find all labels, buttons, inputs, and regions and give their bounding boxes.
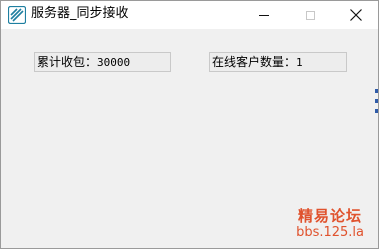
maximize-button[interactable] [287, 1, 333, 29]
packets-label: 累计收包： [37, 55, 98, 69]
clients-label: 在线客户数量： [212, 55, 297, 69]
online-clients-field: 在线客户数量：1 [209, 52, 347, 72]
packets-received-field: 累计收包：30000 [34, 52, 171, 72]
background-window-edge [375, 89, 378, 129]
watermark: 精易论坛 bbs.125.la [296, 207, 364, 240]
packets-value: 30000 [97, 56, 131, 69]
title-bar[interactable]: 服务器_同步接收 [1, 1, 378, 29]
watermark-url: bbs.125.la [296, 225, 364, 240]
maximize-icon [305, 10, 315, 20]
minimize-icon [259, 14, 269, 16]
watermark-title: 精易论坛 [298, 207, 363, 225]
app-window: 服务器_同步接收 累计收包：30000 在线客户数量：1 精易论坛 bbs.12… [0, 0, 379, 249]
minimize-button[interactable] [241, 1, 287, 29]
window-title: 服务器_同步接收 [31, 6, 129, 21]
clients-value: 1 [296, 56, 303, 69]
app-icon [8, 6, 26, 24]
close-button[interactable] [333, 1, 378, 29]
close-icon [350, 9, 362, 21]
